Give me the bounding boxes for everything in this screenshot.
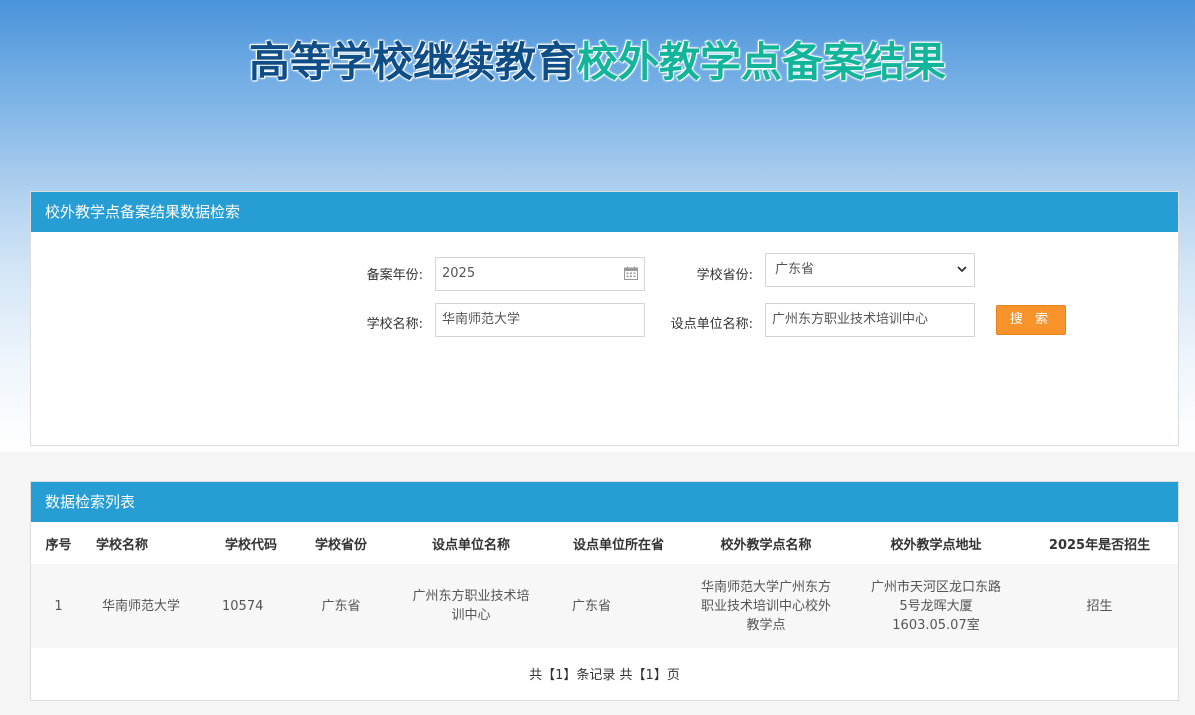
results-table: 序号 学校名称 学校代码 学校省份 设点单位名称 设点单位所在省 校外教学点名称… — [31, 522, 1178, 648]
calendar-icon[interactable] — [624, 266, 638, 280]
school-value: 华南师范大学 — [442, 312, 521, 327]
page-title-part2: 校外教学点备案结果 — [577, 38, 946, 86]
col-index: 序号 — [31, 522, 86, 564]
col-site-address: 校外教学点地址 — [851, 522, 1021, 564]
col-province: 学校省份 — [296, 522, 386, 564]
province-value: 广东省 — [775, 262, 815, 277]
province-select[interactable]: 广东省 — [765, 253, 975, 287]
cell-site-name: 华南师范大学广州东方职业技术培训中心校外教学点 — [681, 564, 851, 648]
province-label: 学校省份: — [696, 268, 753, 283]
year-label: 备案年份: — [366, 268, 423, 283]
page-title-part1: 高等学校继续教育 — [249, 38, 577, 86]
search-button[interactable]: 搜 索 — [996, 305, 1066, 335]
cell-school: 华南师范大学 — [86, 564, 206, 648]
cell-unit: 广州东方职业技术培训中心 — [386, 564, 556, 648]
col-code: 学校代码 — [206, 522, 296, 564]
unit-label: 设点单位名称: — [670, 317, 753, 332]
search-panel: 校外教学点备案结果数据检索 备案年份: 2025 学校省份: 广东省 学校名称:… — [30, 191, 1179, 446]
cell-enroll: 招生 — [1021, 564, 1178, 648]
col-site-name: 校外教学点名称 — [681, 522, 851, 564]
col-unit-province: 设点单位所在省 — [556, 522, 681, 564]
col-unit: 设点单位名称 — [386, 522, 556, 564]
table-row: 1 华南师范大学 10574 广东省 广州东方职业技术培训中心 广东省 华南师范… — [31, 564, 1178, 648]
page-title: 高等学校继续教育校外教学点备案结果 — [0, 28, 1195, 88]
cell-province: 广东省 — [296, 564, 386, 648]
school-input[interactable]: 华南师范大学 — [435, 303, 645, 337]
search-panel-title: 校外教学点备案结果数据检索 — [31, 192, 1178, 232]
col-enroll: 2025年是否招生 — [1021, 522, 1178, 564]
pagination-summary: 共【1】条记录 共【1】页 — [529, 668, 680, 683]
cell-unit-province: 广东省 — [556, 564, 681, 648]
chevron-down-icon — [957, 266, 967, 273]
year-value: 2025 — [442, 266, 476, 281]
table-header-row: 序号 学校名称 学校代码 学校省份 设点单位名称 设点单位所在省 校外教学点名称… — [31, 522, 1178, 564]
year-input[interactable]: 2025 — [435, 257, 645, 291]
results-panel: 数据检索列表 序号 学校名称 学校代码 学校省份 设点单位名称 设点单位所在省 … — [30, 481, 1179, 701]
unit-input[interactable]: 广州东方职业技术培训中心 — [765, 303, 975, 337]
school-label: 学校名称: — [366, 317, 423, 332]
results-panel-title: 数据检索列表 — [31, 482, 1178, 522]
cell-index: 1 — [31, 564, 86, 648]
col-school: 学校名称 — [86, 522, 206, 564]
unit-value: 广州东方职业技术培训中心 — [772, 312, 929, 327]
cell-site-address: 广州市天河区龙口东路5号龙晖大厦1603.05.07室 — [851, 564, 1021, 648]
cell-code: 10574 — [206, 564, 296, 648]
